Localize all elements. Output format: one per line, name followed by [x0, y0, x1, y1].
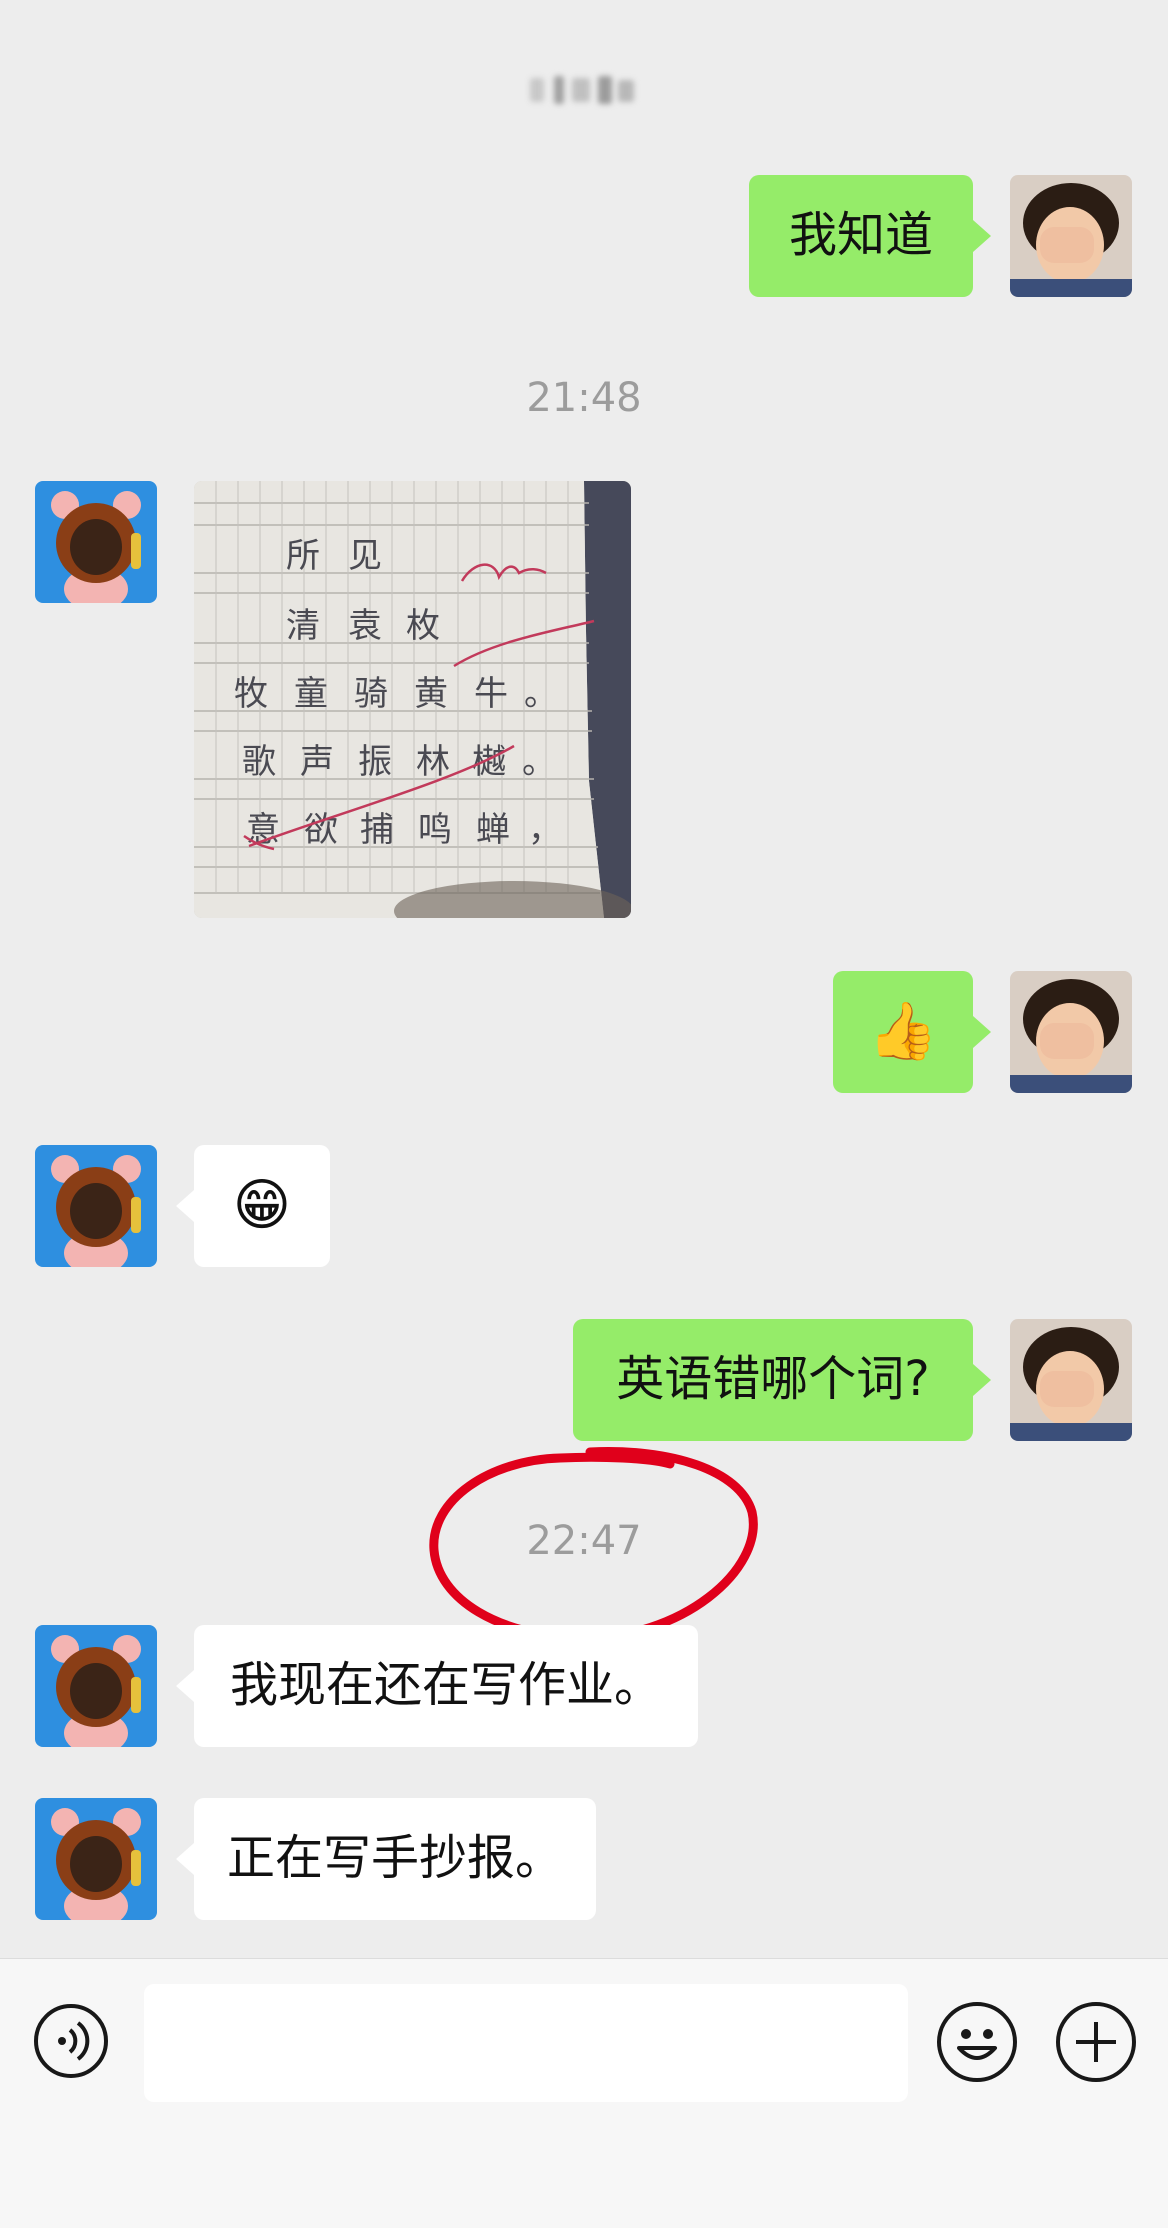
contact-avatar[interactable] — [35, 481, 157, 603]
photo-char: 蝉 — [476, 810, 510, 850]
photo-char: 牧 — [234, 674, 268, 714]
homework-photo-graphic: 所 见 清 袁 枚 牧 童 骑 黄 牛 。 歌 声 振 林 樾 。 意 欲 捕 … — [194, 481, 631, 918]
message-bubble-own[interactable]: 👍 — [833, 971, 991, 1093]
chat-title — [530, 74, 636, 106]
message-bubble-contact[interactable]: 我现在还在写作业。 — [176, 1625, 698, 1747]
photo-char: 鸣 — [418, 810, 452, 850]
message-text: 我知道 — [788, 207, 933, 264]
own-avatar[interactable] — [1010, 1319, 1132, 1441]
message-text: 我现在还在写作业。 — [229, 1657, 662, 1714]
timestamp: 21:48 — [526, 375, 642, 421]
photo-char: 樾 — [472, 742, 506, 782]
message-bubble-own[interactable]: 我知道 — [749, 175, 991, 297]
photo-char: 林 — [416, 742, 450, 782]
contact-avatar[interactable] — [35, 1625, 157, 1747]
photo-char: 捕 — [360, 810, 394, 850]
photo-char: 。 — [524, 674, 558, 714]
contact-avatar[interactable] — [35, 1798, 157, 1920]
message-bubble-contact[interactable]: 正在写手抄报。 — [176, 1798, 596, 1920]
plus-icon[interactable] — [1056, 2002, 1136, 2082]
photo-char: 歌 — [242, 742, 276, 782]
photo-char: 声 — [300, 742, 334, 782]
thumbs-up-emoji: 👍 — [868, 999, 938, 1065]
smiley-icon[interactable] — [937, 2002, 1017, 2082]
photo-char: 枚 — [406, 606, 440, 646]
photo-char: 骑 — [354, 674, 388, 714]
message-text: 正在写手抄报。 — [226, 1830, 563, 1887]
voice-icon[interactable] — [34, 2004, 108, 2078]
photo-char: 清 — [286, 606, 320, 646]
message-text: 英语错哪个词? — [616, 1351, 930, 1408]
grin-emoji: 😁 — [232, 1173, 292, 1239]
photo-char: 。 — [522, 742, 556, 782]
own-avatar[interactable] — [1010, 971, 1132, 1093]
photo-char: ， — [528, 810, 562, 850]
photo-char: 所 — [286, 536, 320, 576]
photo-char: 袁 — [348, 606, 382, 646]
message-bubble-contact[interactable]: 😁 — [176, 1145, 330, 1267]
own-avatar[interactable] — [1010, 175, 1132, 297]
message-input[interactable] — [144, 1984, 908, 2102]
message-bubble-own[interactable]: 英语错哪个词? — [573, 1319, 991, 1441]
photo-char: 振 — [358, 742, 392, 782]
homework-photo[interactable]: 所 见 清 袁 枚 牧 童 骑 黄 牛 。 歌 声 振 林 樾 。 意 欲 捕 … — [194, 481, 631, 918]
contact-avatar[interactable] — [35, 1145, 157, 1267]
photo-char: 童 — [294, 674, 328, 714]
photo-char: 黄 — [414, 674, 448, 714]
photo-char: 牛 — [474, 674, 508, 714]
photo-char: 见 — [348, 536, 382, 576]
